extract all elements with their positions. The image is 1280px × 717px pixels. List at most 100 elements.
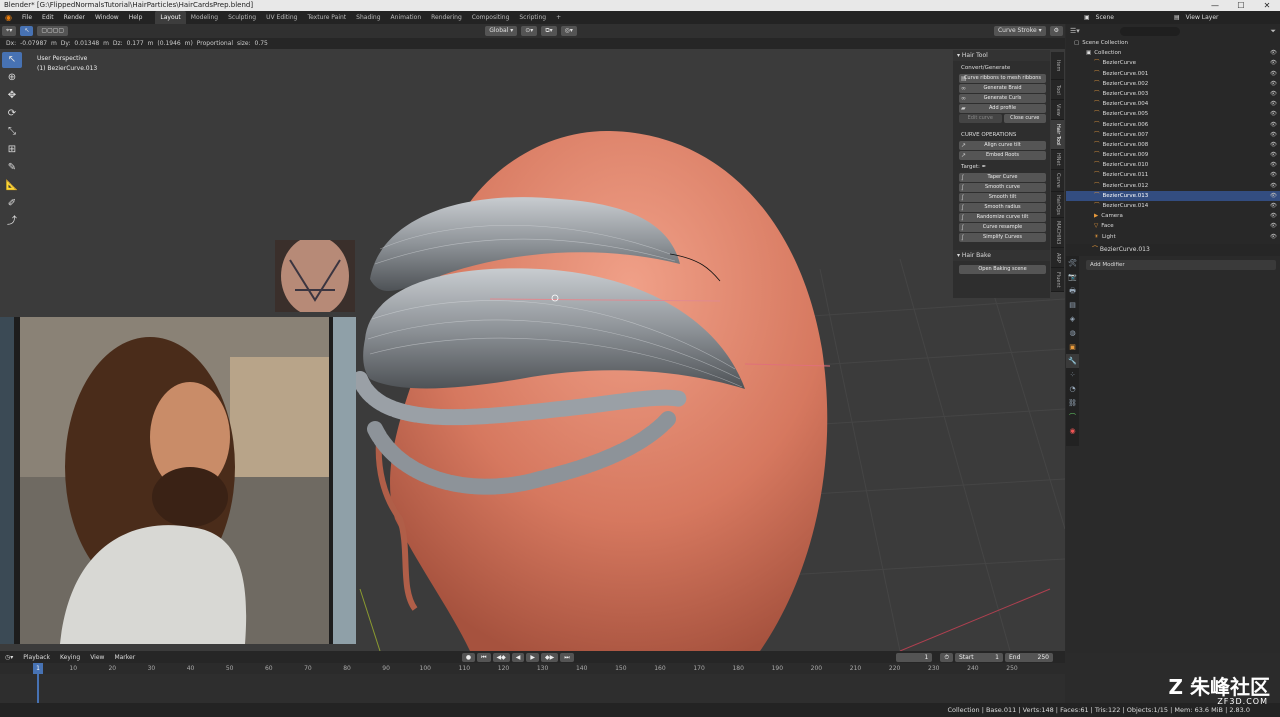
data-tab-icon[interactable]: ⌒ bbox=[1066, 410, 1079, 424]
jump-start-button[interactable]: ⏮ bbox=[477, 652, 491, 662]
eye-icon[interactable]: 👁 bbox=[1270, 109, 1277, 119]
measure-icon[interactable]: 📐 bbox=[2, 178, 22, 194]
eye-icon[interactable]: 👁 bbox=[1270, 58, 1277, 68]
editor-type-button[interactable]: ⌖▾ bbox=[2, 26, 17, 36]
selection-mode-buttons[interactable]: ▢▢▢▢ bbox=[37, 26, 69, 36]
menu-edit[interactable]: Edit bbox=[37, 11, 59, 24]
tab-texture-paint[interactable]: Texture Paint bbox=[302, 11, 351, 24]
outliner-item[interactable]: ⌒ BezierCurve.007 👁 bbox=[1066, 130, 1280, 140]
eyedropper-icon[interactable]: ✒ bbox=[982, 164, 987, 170]
curve-stroke-dropdown[interactable]: Curve Stroke ▾ bbox=[993, 26, 1046, 36]
view-layer-selector[interactable]: View Layer bbox=[1186, 14, 1219, 21]
display-mode-icon[interactable]: ☰▾ bbox=[1070, 27, 1080, 35]
randomize-tilt-button[interactable]: ∫ Randomize curve tilt bbox=[959, 213, 1046, 222]
hair-tool-header[interactable]: ▾ Hair Tool bbox=[953, 50, 1050, 61]
particles-tab-icon[interactable]: ⁘ bbox=[1066, 368, 1079, 382]
align-curve-tilt-button[interactable]: ↗ Align curve tilt bbox=[959, 141, 1046, 150]
tab-layout[interactable]: Layout bbox=[155, 11, 186, 24]
play-button[interactable]: ▶ bbox=[526, 652, 539, 662]
end-frame-field[interactable]: End 250 bbox=[1005, 652, 1053, 662]
play-reverse-button[interactable]: ◀ bbox=[511, 652, 525, 662]
eye-icon[interactable]: 👁 bbox=[1270, 201, 1277, 211]
select-box-icon[interactable]: ↖ bbox=[2, 52, 22, 68]
collection-row[interactable]: ▣ Collection 👁 bbox=[1066, 48, 1280, 58]
prev-keyframe-button[interactable]: ◀◆ bbox=[492, 652, 510, 662]
eye-icon[interactable]: 👁 bbox=[1270, 211, 1277, 221]
transform-orientation-dropdown[interactable]: Global ▾ bbox=[485, 26, 518, 36]
close-button[interactable]: ✕ bbox=[1254, 0, 1280, 11]
next-keyframe-button[interactable]: ◆▶ bbox=[541, 652, 559, 662]
embed-roots-button[interactable]: ↗ Embed Roots bbox=[959, 151, 1046, 160]
outliner-item[interactable]: ⌒ BezierCurve.006 👁 bbox=[1066, 120, 1280, 130]
edit-curve-button[interactable]: Edit curve bbox=[959, 114, 1002, 123]
object-tab-icon[interactable]: ▣ bbox=[1066, 340, 1079, 354]
maximize-button[interactable]: ☐ bbox=[1228, 0, 1254, 11]
eye-icon[interactable]: 👁 bbox=[1270, 99, 1277, 109]
eye-icon[interactable]: 👁 bbox=[1270, 221, 1277, 231]
scene-collection-row[interactable]: ▢ Scene Collection bbox=[1066, 38, 1280, 48]
eye-icon[interactable]: 👁 bbox=[1270, 48, 1277, 58]
tab-hair-tool[interactable]: Hair Tool bbox=[1051, 120, 1064, 150]
view-layer-tab-icon[interactable]: ▤ bbox=[1066, 298, 1079, 312]
outliner-item[interactable]: ⌒ BezierCurve.004 👁 bbox=[1066, 99, 1280, 109]
eye-icon[interactable]: 👁 bbox=[1270, 69, 1277, 79]
menu-file[interactable]: File bbox=[17, 11, 37, 24]
eye-icon[interactable]: 👁 bbox=[1270, 160, 1277, 170]
view-menu[interactable]: View bbox=[85, 654, 109, 661]
proportional-edit-icon[interactable]: ◎▾ bbox=[560, 26, 577, 36]
outliner-item[interactable]: ⌒ BezierCurve.008 👁 bbox=[1066, 140, 1280, 150]
transform-icon[interactable]: ⊞ bbox=[2, 142, 22, 158]
outliner-item[interactable]: ⌒ BezierCurve.013 👁 bbox=[1066, 190, 1280, 201]
tab-hairops[interactable]: HairOps bbox=[1051, 192, 1064, 218]
eye-icon[interactable]: 👁 bbox=[1270, 191, 1277, 201]
world-tab-icon[interactable]: ◍ bbox=[1066, 326, 1079, 340]
current-frame-field[interactable]: 1 bbox=[896, 652, 933, 662]
tab-machin3[interactable]: MACHIN3 bbox=[1051, 218, 1064, 248]
open-baking-scene-button[interactable]: Open Baking scene bbox=[959, 265, 1046, 274]
outliner-item[interactable]: ⌒ BezierCurve.005 👁 bbox=[1066, 109, 1280, 119]
cursor-icon[interactable]: ⊕ bbox=[2, 70, 22, 86]
material-tab-icon[interactable]: ◉ bbox=[1066, 424, 1079, 438]
playhead[interactable] bbox=[37, 674, 39, 703]
tab-view[interactable]: View bbox=[1051, 100, 1064, 120]
scene-tab-icon[interactable]: ◈ bbox=[1066, 312, 1079, 326]
close-curve-button[interactable]: Close curve bbox=[1003, 114, 1046, 123]
select-tool-button[interactable]: ↖ bbox=[20, 26, 34, 36]
constraints-tab-icon[interactable]: ⛓ bbox=[1066, 396, 1079, 410]
outliner-item[interactable]: ⌒ BezierCurve 👁 bbox=[1066, 58, 1280, 68]
extrude-icon[interactable]: ⤴ bbox=[2, 214, 22, 230]
render-tab-icon[interactable]: 📷 bbox=[1066, 270, 1079, 284]
menu-window[interactable]: Window bbox=[90, 11, 124, 24]
outliner-item[interactable]: ⌒ BezierCurve.011 👁 bbox=[1066, 170, 1280, 180]
hair-bake-header[interactable]: ▾ Hair Bake bbox=[953, 250, 1050, 261]
modifier-tab-icon[interactable]: 🔧 bbox=[1066, 354, 1079, 368]
eye-icon[interactable]: 👁 bbox=[1270, 181, 1277, 191]
outliner-item[interactable]: ⌒ BezierCurve.012 👁 bbox=[1066, 181, 1280, 191]
outliner-item[interactable]: ⌒ BezierCurve.009 👁 bbox=[1066, 150, 1280, 160]
preview-range-icon[interactable]: ⏱ bbox=[940, 652, 953, 662]
tab-shading[interactable]: Shading bbox=[351, 11, 385, 24]
keying-menu[interactable]: Keying bbox=[55, 654, 85, 661]
playback-menu[interactable]: Playback bbox=[18, 654, 55, 661]
outliner-item[interactable]: ⌒ BezierCurve.001 👁 bbox=[1066, 69, 1280, 79]
add-modifier-dropdown[interactable]: Add Modifier bbox=[1086, 260, 1276, 270]
menu-help[interactable]: Help bbox=[124, 11, 148, 24]
outliner-item[interactable]: ⌒ BezierCurve.010 👁 bbox=[1066, 160, 1280, 170]
smooth-curve-button[interactable]: ∫ Smooth curve bbox=[959, 183, 1046, 192]
annotate-icon[interactable]: ✎ bbox=[2, 160, 22, 176]
draw-icon[interactable]: ✐ bbox=[2, 196, 22, 212]
add-profile-button[interactable]: ▰ Add profile bbox=[959, 104, 1046, 113]
menu-render[interactable]: Render bbox=[59, 11, 90, 24]
eye-icon[interactable]: 👁 bbox=[1270, 232, 1277, 242]
tab-hnet[interactable]: HNet bbox=[1051, 150, 1064, 170]
smooth-tilt-button[interactable]: ∫ Smooth tilt bbox=[959, 193, 1046, 202]
simplify-curves-button[interactable]: ∫ Simplify Curves bbox=[959, 233, 1046, 242]
eye-icon[interactable]: 👁 bbox=[1270, 120, 1277, 130]
tab-modeling[interactable]: Modeling bbox=[186, 11, 223, 24]
outliner-search-input[interactable] bbox=[1119, 26, 1180, 36]
jump-end-button[interactable]: ⏭ bbox=[560, 652, 574, 662]
snap-icon[interactable]: ⧉▾ bbox=[541, 26, 557, 36]
outliner-item[interactable]: ▽ Face 👁 bbox=[1066, 221, 1280, 231]
outliner-item[interactable]: ⌒ BezierCurve.014 👁 bbox=[1066, 201, 1280, 211]
marker-menu[interactable]: Marker bbox=[109, 654, 140, 661]
